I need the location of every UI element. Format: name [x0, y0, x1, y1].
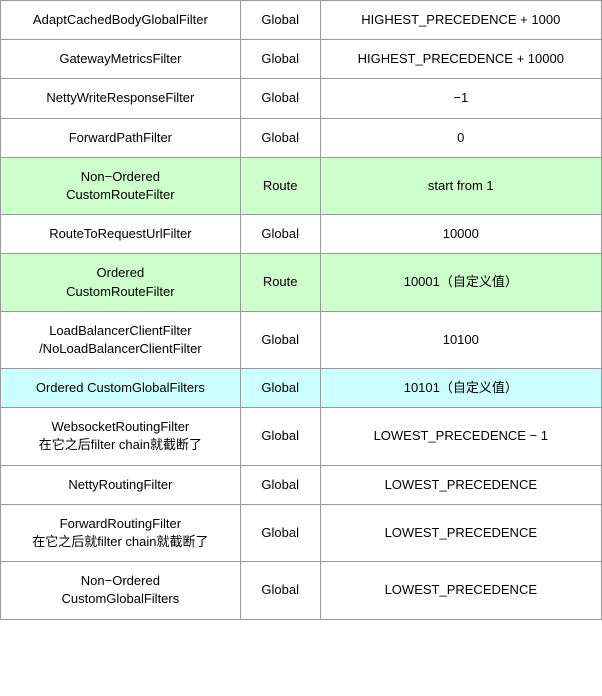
filter-name: NettyRoutingFilter [1, 465, 241, 504]
filter-order: start from 1 [320, 157, 601, 214]
filter-scope: Route [240, 157, 320, 214]
filter-name: LoadBalancerClientFilter/NoLoadBalancerC… [1, 311, 241, 368]
table-row: AdaptCachedBodyGlobalFilterGlobalHIGHEST… [1, 1, 602, 40]
filter-name: WebsocketRoutingFilter在它之后filter chain就截… [1, 408, 241, 465]
table-row: RouteToRequestUrlFilterGlobal10000 [1, 215, 602, 254]
filter-name: GatewayMetricsFilter [1, 40, 241, 79]
filter-scope: Global [240, 118, 320, 157]
filter-scope: Global [240, 369, 320, 408]
filter-scope: Global [240, 562, 320, 619]
table-row: WebsocketRoutingFilter在它之后filter chain就截… [1, 408, 602, 465]
filter-order: 10100 [320, 311, 601, 368]
filter-order: 10001（自定义值） [320, 254, 601, 311]
filter-scope: Global [240, 1, 320, 40]
filter-scope: Global [240, 408, 320, 465]
filter-order: HIGHEST_PRECEDENCE + 10000 [320, 40, 601, 79]
table-row: GatewayMetricsFilterGlobalHIGHEST_PRECED… [1, 40, 602, 79]
filter-order: 0 [320, 118, 601, 157]
table-row: ForwardPathFilterGlobal0 [1, 118, 602, 157]
filter-order: LOWEST_PRECEDENCE − 1 [320, 408, 601, 465]
filter-name: ForwardRoutingFilter在它之后就filter chain就截断… [1, 504, 241, 561]
filter-scope: Global [240, 215, 320, 254]
filter-name: Ordered CustomGlobalFilters [1, 369, 241, 408]
filter-scope: Global [240, 311, 320, 368]
filter-order: HIGHEST_PRECEDENCE + 1000 [320, 1, 601, 40]
filter-name: RouteToRequestUrlFilter [1, 215, 241, 254]
filter-name: AdaptCachedBodyGlobalFilter [1, 1, 241, 40]
filter-scope: Global [240, 79, 320, 118]
table-row: NettyRoutingFilterGlobalLOWEST_PRECEDENC… [1, 465, 602, 504]
filter-order: LOWEST_PRECEDENCE [320, 504, 601, 561]
filter-name: OrderedCustomRouteFilter [1, 254, 241, 311]
filter-table: AdaptCachedBodyGlobalFilterGlobalHIGHEST… [0, 0, 602, 620]
table-row: NettyWriteResponseFilterGlobal−1 [1, 79, 602, 118]
filter-name: NettyWriteResponseFilter [1, 79, 241, 118]
filter-name: Non−OrderedCustomRouteFilter [1, 157, 241, 214]
table-row: OrderedCustomRouteFilterRoute10001（自定义值） [1, 254, 602, 311]
table-row: ForwardRoutingFilter在它之后就filter chain就截断… [1, 504, 602, 561]
filter-scope: Global [240, 40, 320, 79]
table-row: LoadBalancerClientFilter/NoLoadBalancerC… [1, 311, 602, 368]
filter-name: ForwardPathFilter [1, 118, 241, 157]
filter-name: Non−OrderedCustomGlobalFilters [1, 562, 241, 619]
filter-scope: Global [240, 465, 320, 504]
filter-order: −1 [320, 79, 601, 118]
table-row: Non−OrderedCustomGlobalFiltersGlobalLOWE… [1, 562, 602, 619]
filter-order: LOWEST_PRECEDENCE [320, 465, 601, 504]
filter-order: 10000 [320, 215, 601, 254]
filter-order: LOWEST_PRECEDENCE [320, 562, 601, 619]
table-row: Ordered CustomGlobalFiltersGlobal10101（自… [1, 369, 602, 408]
filter-order: 10101（自定义值） [320, 369, 601, 408]
table-row: Non−OrderedCustomRouteFilterRoutestart f… [1, 157, 602, 214]
filter-scope: Global [240, 504, 320, 561]
filter-scope: Route [240, 254, 320, 311]
